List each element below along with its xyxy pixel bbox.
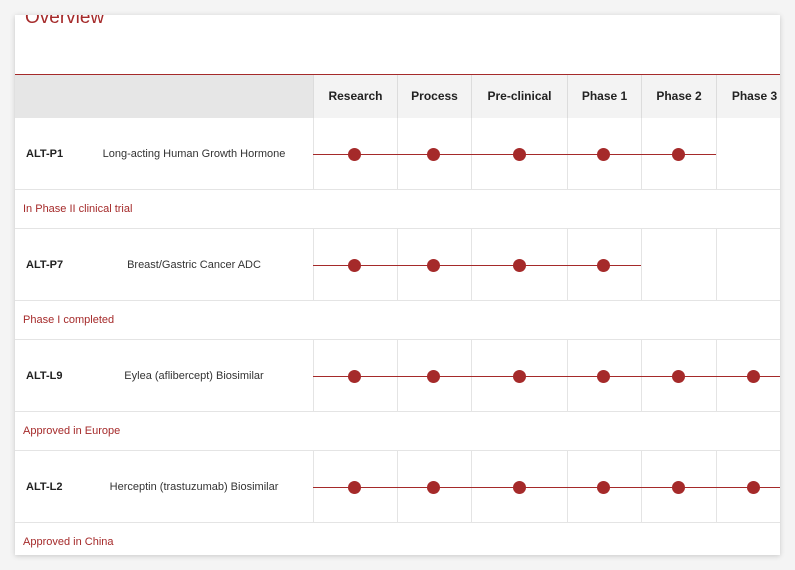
stage-dot — [348, 481, 361, 494]
stage-dot — [427, 481, 440, 494]
stage-dot — [348, 370, 361, 383]
status-row: Approved in China — [15, 523, 780, 555]
header-label-area — [15, 75, 313, 118]
status-text: In Phase II clinical trial — [23, 203, 133, 215]
phase-header-preclinical: Pre-clinical — [471, 75, 567, 118]
pipeline-header: Research Process Pre-clinical Phase 1 Ph… — [15, 75, 780, 118]
stage-dot — [747, 370, 760, 383]
phase-header-phase-3: Phase 3 — [716, 75, 780, 118]
product-code: ALT-P7 — [26, 259, 64, 271]
stage-dot — [348, 148, 361, 161]
product-code: ALT-L2 — [26, 481, 63, 493]
stage-dot — [672, 370, 685, 383]
stage-dot — [427, 148, 440, 161]
pipeline-row: ALT-L9 Eylea (aflibercept) Biosimilar — [15, 340, 780, 412]
stage-dot — [513, 370, 526, 383]
progress-line — [313, 376, 780, 377]
status-row: Phase I completed — [15, 301, 780, 340]
stage-dot — [513, 148, 526, 161]
status-text: Approved in China — [23, 536, 114, 548]
status-text: Phase I completed — [23, 314, 115, 326]
product-name: Breast/Gastric Cancer ADC — [127, 259, 261, 271]
phase-header-process: Process — [397, 75, 471, 118]
section-title: Overview — [25, 15, 105, 28]
pipeline-row: ALT-P1 Long-acting Human Growth Hormone — [15, 118, 780, 190]
product-name: Long-acting Human Growth Hormone — [102, 148, 286, 160]
product-name: Herceptin (trastuzumab) Biosimilar — [109, 481, 279, 493]
product-code: ALT-L9 — [26, 370, 63, 382]
product-name: Eylea (aflibercept) Biosimilar — [124, 370, 264, 382]
pipeline-row: ALT-P7 Breast/Gastric Cancer ADC — [15, 229, 780, 301]
progress-line — [313, 265, 641, 266]
phase-header-research: Research — [313, 75, 397, 118]
stage-dot — [747, 481, 760, 494]
pipeline-card: Overview Research Process Pre-clinical P… — [15, 15, 780, 555]
column-divider — [641, 229, 642, 301]
status-row: In Phase II clinical trial — [15, 190, 780, 229]
stage-dot — [513, 481, 526, 494]
stage-dot — [348, 259, 361, 272]
stage-dot — [597, 481, 610, 494]
stage-dot — [597, 259, 610, 272]
stage-dot — [672, 148, 685, 161]
stage-dot — [597, 148, 610, 161]
stage-dot — [672, 481, 685, 494]
status-text: Approved in Europe — [23, 425, 121, 437]
phase-header-phase-1: Phase 1 — [567, 75, 641, 118]
product-code: ALT-P1 — [26, 148, 64, 160]
column-divider — [716, 118, 717, 190]
column-divider — [716, 229, 717, 301]
stage-dot — [427, 370, 440, 383]
stage-dot — [427, 259, 440, 272]
pipeline-row: ALT-L2 Herceptin (trastuzumab) Biosimila… — [15, 451, 780, 523]
stage-dot — [513, 259, 526, 272]
progress-line — [313, 487, 780, 488]
stage-dot — [597, 370, 610, 383]
status-row: Approved in Europe — [15, 412, 780, 451]
phase-header-phase-2: Phase 2 — [641, 75, 716, 118]
